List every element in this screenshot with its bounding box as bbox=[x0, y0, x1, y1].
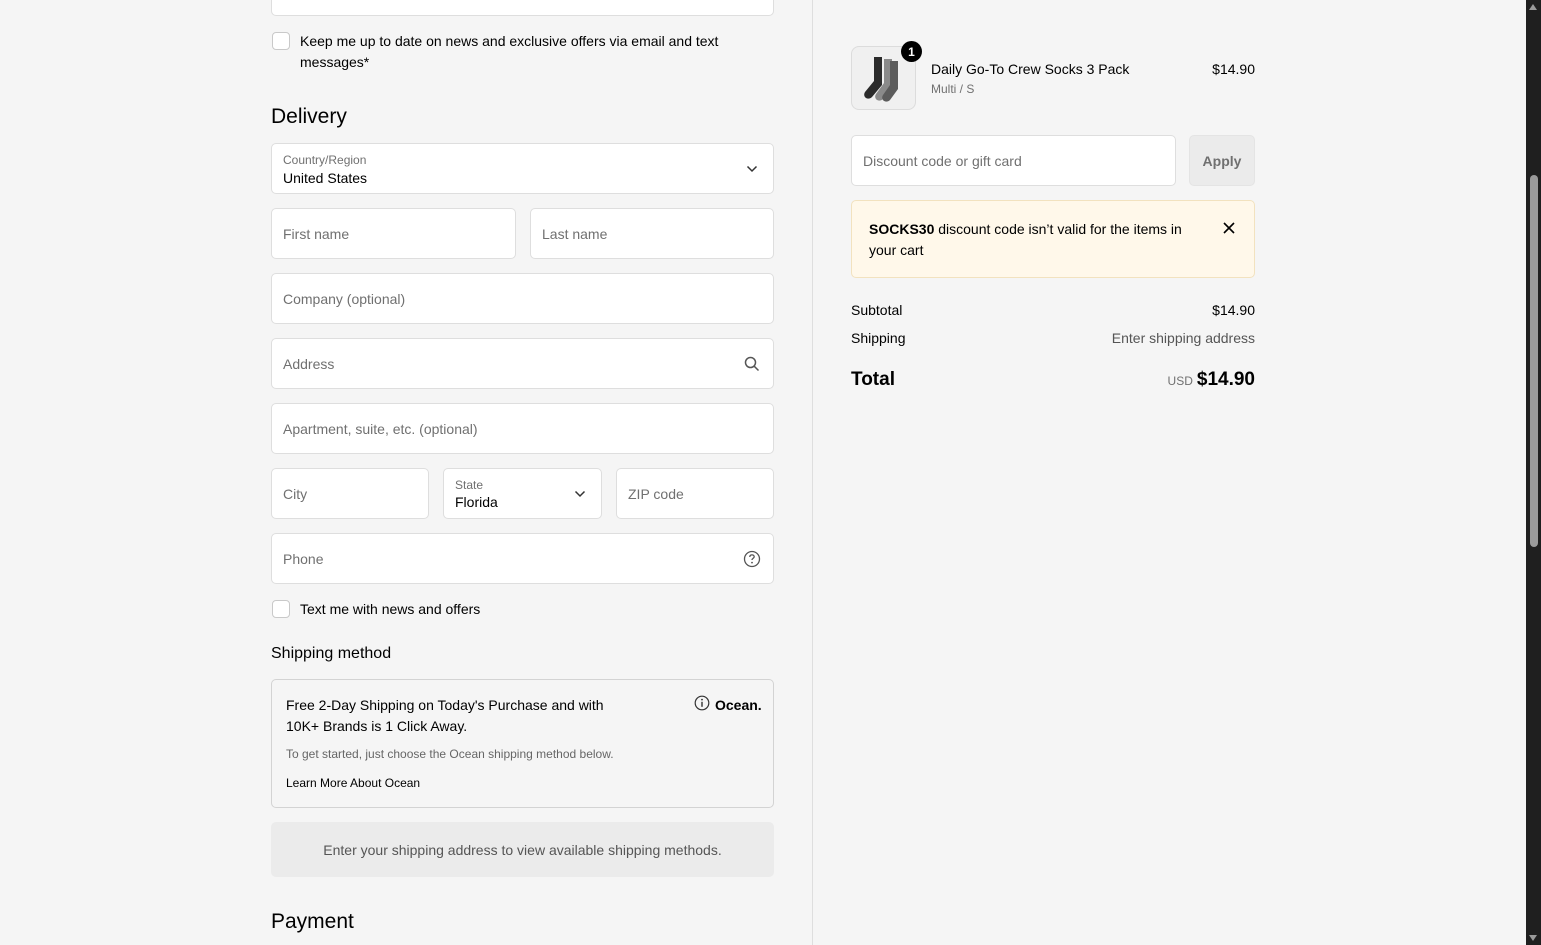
first-name-placeholder: First name bbox=[283, 225, 350, 242]
search-icon bbox=[743, 355, 761, 373]
product-name: Daily Go-To Crew Socks 3 Pack bbox=[931, 61, 1130, 77]
news-offers-label: Keep me up to date on news and exclusive… bbox=[300, 33, 719, 70]
info-icon[interactable] bbox=[694, 695, 710, 711]
last-name-placeholder: Last name bbox=[542, 225, 608, 242]
first-name-field[interactable]: First name bbox=[271, 208, 516, 259]
company-placeholder: Company (optional) bbox=[283, 290, 406, 307]
product-variant: Multi / S bbox=[931, 82, 975, 96]
shipping-methods-note: Enter your shipping address to view avai… bbox=[271, 822, 774, 877]
apply-button[interactable]: Apply bbox=[1189, 135, 1255, 186]
scroll-thumb[interactable] bbox=[1530, 175, 1538, 547]
alert-message: SOCKS30 discount code isn’t valid for th… bbox=[869, 219, 1199, 261]
shipping-label: Shipping bbox=[851, 330, 906, 346]
total-amount: USD $14.90 bbox=[1100, 369, 1255, 391]
address-placeholder: Address bbox=[283, 355, 335, 372]
scroll-down-icon[interactable] bbox=[1529, 935, 1537, 941]
total-label: Total bbox=[851, 369, 895, 390]
scroll-up-icon[interactable] bbox=[1529, 4, 1537, 10]
ocean-promo: Free 2-Day Shipping on Today's Purchase … bbox=[271, 679, 774, 808]
email-field[interactable] bbox=[271, 0, 774, 16]
scrollbar[interactable] bbox=[1526, 0, 1541, 945]
learn-more-ocean-link[interactable]: Learn More About Ocean bbox=[286, 776, 420, 790]
news-offers-checkbox[interactable] bbox=[272, 32, 290, 50]
address-field[interactable]: Address bbox=[271, 338, 774, 389]
total-value: $14.90 bbox=[1196, 369, 1255, 390]
checkout-form: Keep me up to date on news and exclusive… bbox=[0, 0, 812, 945]
ocean-subtext: To get started, just choose the Ocean sh… bbox=[286, 747, 614, 761]
country-select[interactable]: Country/Region United States bbox=[271, 143, 774, 194]
shipping-method-title: Shipping method bbox=[271, 645, 392, 662]
shipping-value: Enter shipping address bbox=[1111, 330, 1255, 346]
ocean-headline: Free 2-Day Shipping on Today's Purchase … bbox=[286, 697, 604, 734]
apartment-field[interactable]: Apartment, suite, etc. (optional) bbox=[271, 403, 774, 454]
close-icon[interactable] bbox=[1222, 221, 1236, 235]
discount-placeholder: Discount code or gift card bbox=[863, 152, 1022, 169]
discount-code-input[interactable]: Discount code or gift card bbox=[851, 135, 1176, 186]
phone-field[interactable]: Phone bbox=[271, 533, 774, 584]
product-price: $14.90 bbox=[1212, 61, 1255, 77]
discount-error-alert: SOCKS30 discount code isn’t valid for th… bbox=[851, 200, 1255, 278]
text-offers-checkbox[interactable] bbox=[272, 600, 290, 618]
total-currency: USD bbox=[1167, 374, 1193, 388]
state-value: Florida bbox=[455, 494, 498, 510]
payment-title: Payment bbox=[271, 910, 354, 933]
last-name-field[interactable]: Last name bbox=[530, 208, 774, 259]
zip-field[interactable]: ZIP code bbox=[616, 468, 774, 519]
state-select[interactable]: State Florida bbox=[443, 468, 602, 519]
city-placeholder: City bbox=[283, 485, 308, 502]
help-icon[interactable] bbox=[743, 550, 761, 568]
subtotal-label: Subtotal bbox=[851, 302, 903, 318]
chevron-down-icon bbox=[571, 485, 589, 503]
alert-code: SOCKS30 bbox=[869, 221, 935, 237]
country-value: United States bbox=[283, 170, 368, 186]
company-field[interactable]: Company (optional) bbox=[271, 273, 774, 324]
subtotal-value: $14.90 bbox=[1212, 302, 1255, 318]
state-label: State bbox=[455, 478, 484, 492]
city-field[interactable]: City bbox=[271, 468, 429, 519]
phone-placeholder: Phone bbox=[283, 550, 324, 567]
apartment-placeholder: Apartment, suite, etc. (optional) bbox=[283, 420, 478, 437]
zip-placeholder: ZIP code bbox=[628, 485, 684, 502]
quantity-badge: 1 bbox=[901, 41, 922, 62]
country-label: Country/Region bbox=[283, 153, 367, 167]
delivery-title: Delivery bbox=[271, 105, 347, 128]
ocean-logo: Ocean. bbox=[715, 697, 762, 713]
chevron-down-icon bbox=[743, 160, 761, 178]
text-offers-label: Text me with news and offers bbox=[300, 601, 481, 617]
